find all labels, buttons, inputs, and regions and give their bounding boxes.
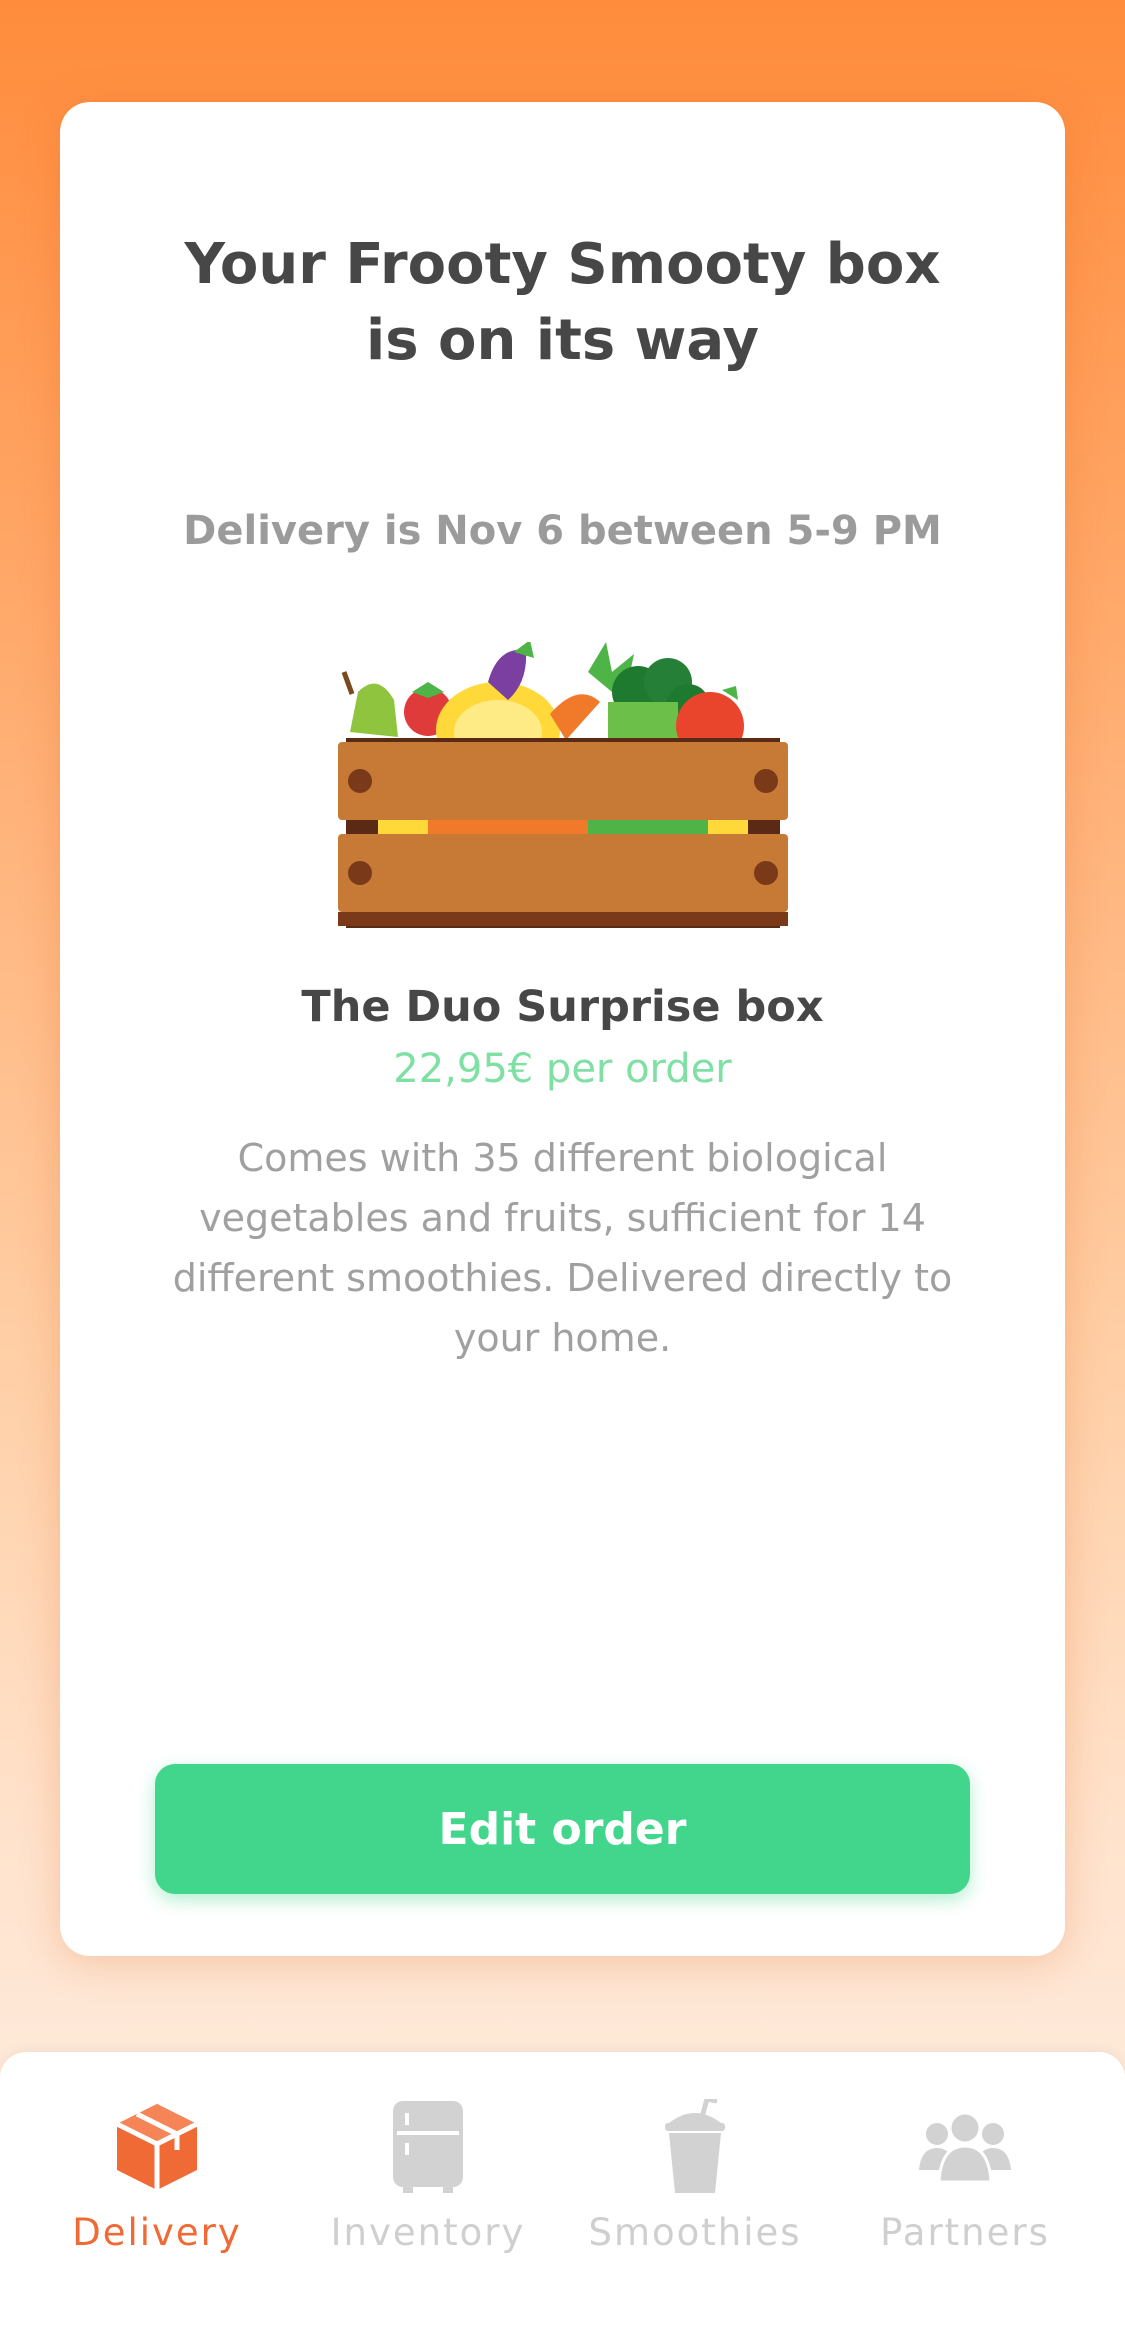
fridge-icon [378,2097,478,2197]
tab-smoothies[interactable]: Smoothies [560,2052,830,2292]
tab-label: Delivery [72,2211,242,2254]
tab-delivery[interactable]: Delivery [22,2052,292,2292]
tab-label: Smoothies [588,2211,802,2254]
people-icon [915,2097,1015,2197]
box-name: The Duo Surprise box [301,982,824,1032]
tab-partners[interactable]: Partners [830,2052,1100,2292]
box-icon [107,2097,207,2197]
bottom-tab-bar: Delivery Inventory Smoothies Partners [0,2052,1125,2337]
page-title: Your Frooty Smooty box is on its way [184,232,941,373]
tab-inventory[interactable]: Inventory [293,2052,563,2292]
tab-label: Partners [880,2211,1050,2254]
vegetable-crate-illustration [338,640,788,942]
edit-order-button[interactable]: Edit order [155,1764,970,1894]
delivery-date-text: Delivery is Nov 6 between 5-9 PM [183,508,942,554]
box-price: 22,95€ per order [393,1046,732,1092]
tab-label: Inventory [330,2211,526,2254]
smoothie-cup-icon [645,2097,745,2197]
delivery-card: Your Frooty Smooty box is on its way Del… [60,102,1065,1956]
box-description: Comes with 35 different biological veget… [172,1136,953,1360]
